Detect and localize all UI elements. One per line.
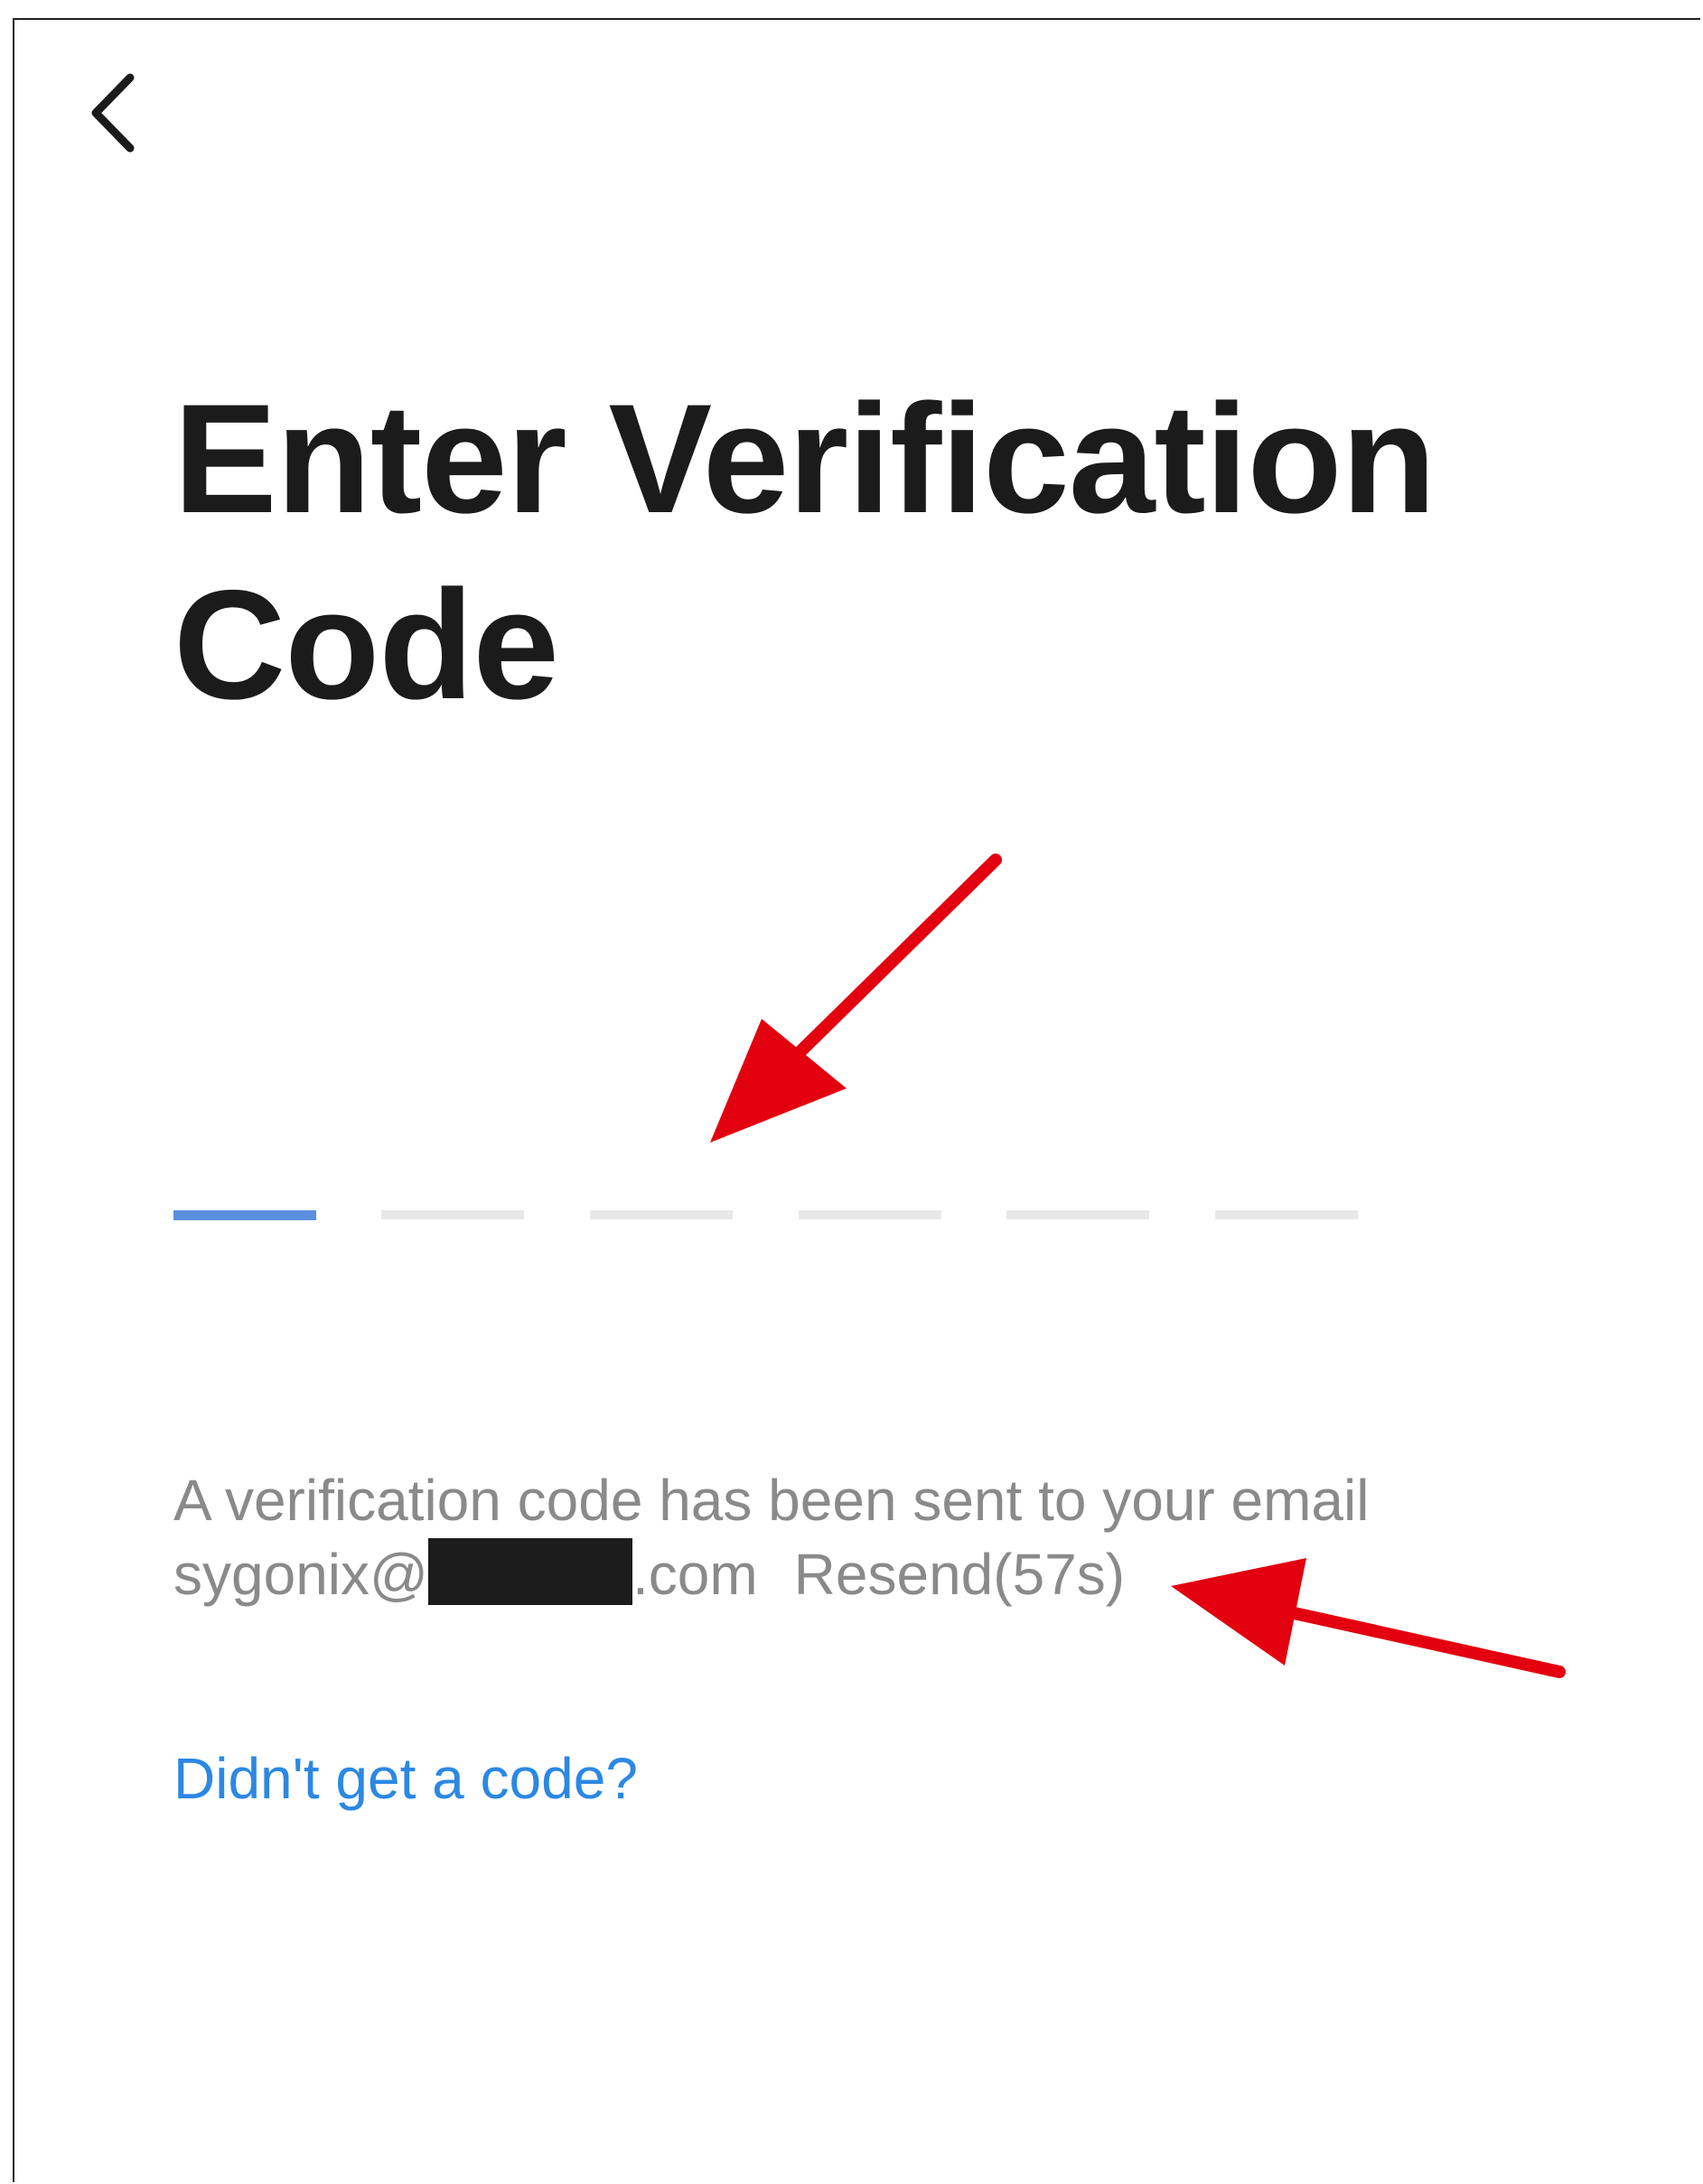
code-digit-6[interactable] — [1215, 1210, 1358, 1219]
info-email-line: sygonix@ .com Resend(57s) — [173, 1537, 1673, 1611]
chevron-left-icon — [91, 73, 135, 153]
verification-info: A verification code has been sent to you… — [173, 1463, 1673, 1611]
redaction-bar — [427, 1538, 632, 1605]
verification-code-input[interactable] — [173, 1210, 1366, 1228]
info-message: A verification code has been sent to you… — [173, 1468, 1370, 1533]
back-button[interactable] — [72, 63, 154, 163]
didnt-get-code-link[interactable]: Didn't get a code? — [173, 1741, 638, 1815]
code-digit-3[interactable] — [590, 1210, 733, 1219]
resend-button[interactable]: Resend(57s) — [794, 1542, 1125, 1607]
app-screen — [13, 18, 1700, 2182]
email-suffix: .com — [632, 1542, 758, 1607]
email-prefix: sygonix@ — [173, 1542, 428, 1607]
code-digit-5[interactable] — [1006, 1210, 1149, 1219]
page-title-line-2: Code — [173, 558, 559, 732]
page-title: Enter Verification Code — [173, 366, 1529, 738]
page-title-line-1: Enter Verification — [173, 372, 1436, 546]
code-digit-2[interactable] — [381, 1210, 524, 1219]
code-digit-1[interactable] — [173, 1210, 316, 1220]
code-digit-4[interactable] — [799, 1210, 941, 1219]
